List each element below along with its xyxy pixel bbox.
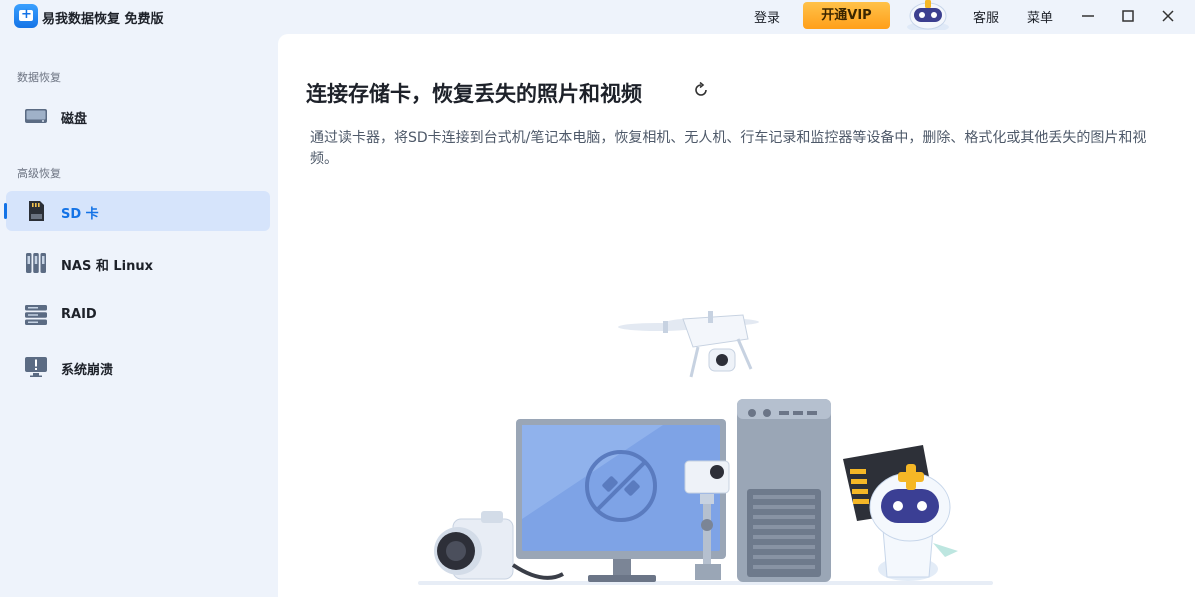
sidebar-item-label: 磁盘 bbox=[61, 112, 88, 127]
sidebar-item-sd-card[interactable]: SD 卡 bbox=[4, 191, 270, 231]
section-label-advanced: 高级恢复 bbox=[17, 167, 61, 180]
main-panel: 连接存储卡，恢复丢失的照片和视频 通过读卡器，将SD卡连接到台式机/笔记本电脑，… bbox=[278, 34, 1195, 597]
support-button[interactable]: 客服 bbox=[973, 7, 999, 26]
sidebar-item-nas[interactable]: NAS 和 Linux bbox=[6, 243, 270, 283]
page-description: 通过读卡器，将SD卡连接到台式机/笔记本电脑，恢复相机、无人机、行车记录和监控器… bbox=[310, 130, 1147, 167]
page-title: 连接存储卡，恢复丢失的照片和视频 bbox=[306, 82, 642, 106]
sidebar-item-system-crash[interactable]: 系统崩溃 bbox=[6, 347, 270, 387]
sidebar-item-label: NAS 和 Linux bbox=[61, 259, 153, 274]
system-crash-icon bbox=[25, 357, 47, 377]
section-label-data-recovery: 数据恢复 bbox=[17, 71, 61, 84]
login-button[interactable]: 登录 bbox=[754, 7, 780, 26]
sd-card-recovery-illustration bbox=[418, 311, 993, 585]
raid-icon bbox=[25, 305, 47, 325]
mascot-avatar-icon[interactable] bbox=[905, 0, 951, 30]
sidebar-item-disk[interactable]: 磁盘 bbox=[6, 96, 270, 136]
title-bar: 易我数据恢复 免费版 登录 开通VIP 客服 菜单 bbox=[0, 0, 1195, 34]
monitor-illustration bbox=[516, 419, 726, 582]
sidebar-item-label: RAID bbox=[61, 307, 97, 322]
drone-illustration bbox=[618, 311, 759, 378]
sidebar-item-label: SD 卡 bbox=[61, 207, 99, 222]
mascot-illustration bbox=[869, 464, 958, 581]
vip-button[interactable]: 开通VIP bbox=[803, 2, 890, 29]
sidebar: 数据恢复 磁盘 高级恢复 SD 卡 NAS 和 Linux RAID 系统崩溃 bbox=[0, 34, 278, 597]
close-icon[interactable] bbox=[1156, 4, 1180, 28]
refresh-icon[interactable] bbox=[691, 80, 711, 100]
pc-tower-illustration bbox=[737, 399, 831, 582]
sidebar-item-label: 系统崩溃 bbox=[61, 363, 114, 378]
app-logo-icon bbox=[14, 4, 38, 28]
minimize-icon[interactable] bbox=[1076, 4, 1100, 28]
sidebar-item-raid[interactable]: RAID bbox=[6, 295, 270, 335]
sd-card-icon bbox=[29, 201, 44, 221]
app-title: 易我数据恢复 免费版 bbox=[42, 12, 164, 27]
disk-icon bbox=[25, 109, 47, 123]
menu-button[interactable]: 菜单 bbox=[1027, 7, 1053, 26]
nas-icon bbox=[26, 253, 46, 273]
maximize-icon[interactable] bbox=[1116, 4, 1140, 28]
